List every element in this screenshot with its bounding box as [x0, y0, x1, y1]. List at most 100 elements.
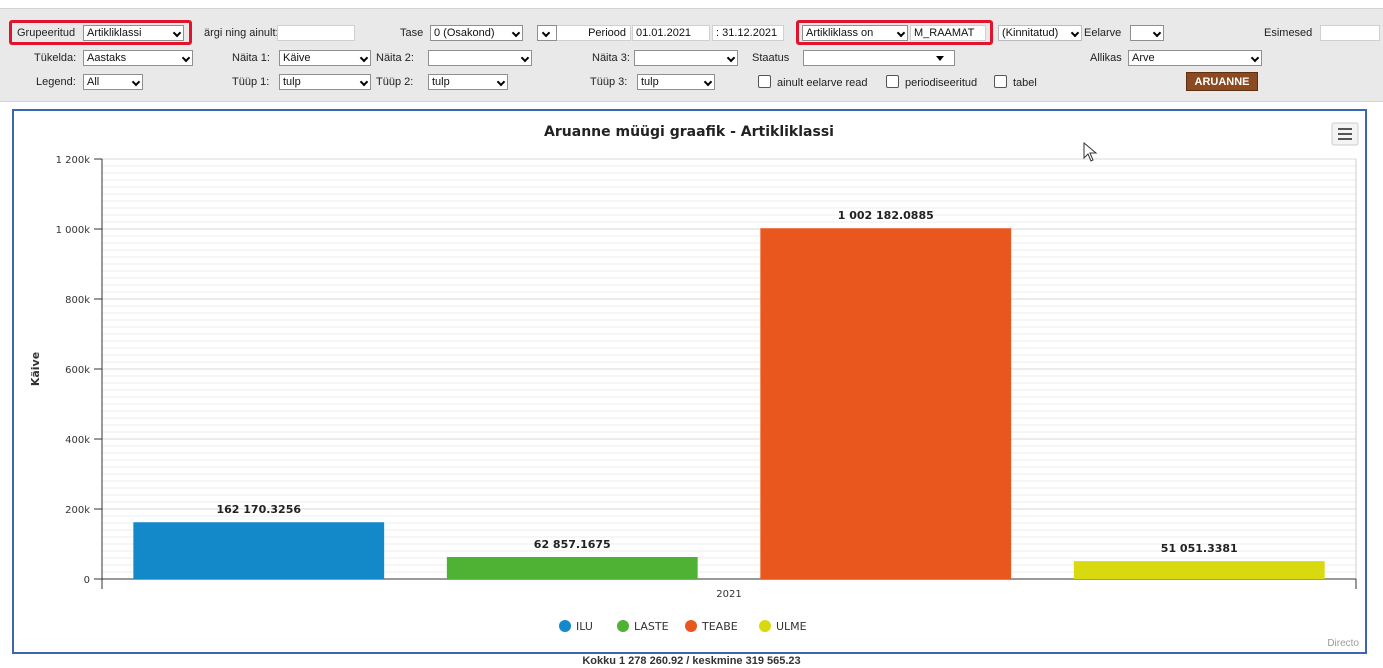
eelarve-label: Eelarve [1084, 27, 1122, 39]
filter-toolbar: Grupeeritud Artikliklassi ärgi ning ainu… [0, 8, 1383, 102]
margi-ainult-label: ärgi ning ainult: [204, 27, 279, 39]
legend-item-ulme[interactable]: ULME [759, 620, 807, 633]
chevron-down-icon [541, 28, 551, 38]
tuup3-label: Tüüp 3: [590, 76, 628, 88]
tabel-checkbox[interactable] [994, 75, 1007, 88]
chevron-down-icon [359, 77, 369, 87]
tukelda-value: Aastaks [87, 52, 127, 64]
tuup1-label: Tüüp 1: [232, 76, 270, 88]
tase-select[interactable]: 0 (Osakond) [430, 25, 523, 41]
esimesed-input[interactable] [1320, 25, 1380, 41]
legend-marker [559, 620, 571, 632]
y-tick-label: 1 200k [56, 155, 91, 166]
naita1-label: Näita 1: [232, 52, 270, 64]
periood-type-select[interactable] [537, 25, 557, 41]
chevron-down-icon [181, 53, 191, 63]
tukelda-select[interactable]: Aastaks [83, 50, 193, 66]
hamburger-menu-icon[interactable] [1331, 122, 1359, 146]
bar-value-label: 62 857.1675 [534, 538, 611, 551]
bar-ilu[interactable] [133, 522, 385, 579]
tuup1-select[interactable]: tulp [279, 74, 371, 90]
staatus-label: Staatus [752, 52, 790, 64]
legend-marker [759, 620, 771, 632]
esimesed-label: Esimesed [1264, 27, 1313, 39]
periood-label: Periood [557, 25, 631, 41]
bar-ulme[interactable] [1073, 561, 1325, 579]
bar-value-label: 1 002 182.0885 [838, 209, 934, 222]
margi-ainult-input[interactable] [277, 25, 355, 41]
legend-value: All [87, 76, 100, 88]
naita2-select[interactable] [428, 50, 532, 66]
legend-item-teabe[interactable]: TEABE [685, 620, 738, 633]
kinnitatud-value: (Kinnitatud) [1002, 27, 1059, 39]
y-tick-label: 800k [65, 295, 90, 306]
kinnitatud-select[interactable]: (Kinnitatud) [998, 25, 1082, 41]
y-tick-label: 600k [65, 365, 90, 376]
mouse-cursor-icon [1083, 142, 1098, 162]
tuup2-value: tulp [432, 76, 450, 88]
chart-title: Aruanne müügi graafik - Artikliklassi [544, 124, 834, 140]
eelarve-read-checkbox[interactable] [758, 75, 771, 88]
tuup1-value: tulp [283, 76, 301, 88]
chevron-down-icon [359, 53, 369, 63]
x-category-label: 2021 [716, 589, 741, 600]
chevron-down-icon [496, 77, 506, 87]
naita1-select[interactable]: Käive [279, 50, 371, 66]
y-tick-label: 400k [65, 435, 90, 446]
aruanne-button[interactable]: ARUANNE [1186, 72, 1258, 91]
chevron-down-icon [1070, 28, 1080, 38]
chevron-down-icon [511, 28, 521, 38]
y-tick-label: 1 000k [56, 225, 91, 236]
chart-canvas: 0 200k 400k 600k 800k 1 000k 1 200k 2021 162 17… [29, 122, 1359, 633]
tuup3-select[interactable]: tulp [637, 74, 715, 90]
bar-laste[interactable] [446, 557, 698, 579]
tabel-label: tabel [1013, 77, 1037, 89]
bar-teabe[interactable] [760, 228, 1012, 579]
directo-credit[interactable]: Directo [1327, 638, 1359, 649]
y-axis-title: Käive [29, 352, 42, 386]
chevron-down-icon [131, 77, 141, 87]
allikas-label: Allikas [1090, 52, 1122, 64]
periodiseeritud-checkbox[interactable] [886, 75, 899, 88]
chart-panel: 0 200k 400k 600k 800k 1 000k 1 200k 2021 162 17… [12, 109, 1367, 654]
chevron-down-icon [703, 77, 713, 87]
tuup3-value: tulp [641, 76, 659, 88]
legend-select[interactable]: All [83, 74, 143, 90]
tuup2-label: Tüüp 2: [376, 76, 414, 88]
legend-item-ilu[interactable]: ILU [559, 620, 593, 633]
legend-item-laste[interactable]: LASTE [617, 620, 669, 633]
tase-value: 0 (Osakond) [434, 27, 495, 39]
eelarve-read-label: ainult eelarve read [777, 77, 868, 89]
bar-value-label: 162 170.3256 [216, 503, 301, 516]
grupeeritud-highlight [9, 20, 192, 45]
periood-to-input[interactable]: : 31.12.2021 [712, 25, 784, 41]
legend-label: TEABE [701, 620, 738, 633]
artikliklass-highlight [796, 20, 993, 45]
y-tick-label: 0 [84, 575, 90, 586]
eelarve-select[interactable] [1130, 25, 1164, 41]
bar-value-label: 51 051.3381 [1161, 542, 1238, 555]
caret-down-icon [936, 56, 944, 61]
legend-label: Legend: [36, 76, 76, 88]
naita1-value: Käive [283, 52, 311, 64]
footer-total: Kokku 1 278 260.92 / keskmine 319 565.23 [582, 655, 801, 667]
periodiseeritud-label: periodiseeritud [905, 77, 978, 89]
y-tick-label: 200k [65, 505, 90, 516]
staatus-select[interactable] [803, 50, 955, 66]
legend-marker [685, 620, 697, 632]
chevron-down-icon [1250, 53, 1260, 63]
legend-label: ULME [776, 620, 807, 633]
chevron-down-icon [726, 53, 736, 63]
tase-label: Tase [400, 27, 424, 39]
allikas-select[interactable]: Arve [1128, 50, 1262, 66]
tuup2-select[interactable]: tulp [428, 74, 508, 90]
allikas-value: Arve [1132, 52, 1155, 64]
chevron-down-icon [1152, 28, 1162, 38]
legend-label: LASTE [634, 620, 669, 633]
chevron-down-icon [520, 53, 530, 63]
naita2-label: Näita 2: [376, 52, 414, 64]
tukelda-label: Tükelda: [34, 52, 77, 64]
periood-from-input[interactable]: 01.01.2021 [632, 25, 710, 41]
legend-label: ILU [576, 620, 593, 633]
naita3-select[interactable] [634, 50, 738, 66]
